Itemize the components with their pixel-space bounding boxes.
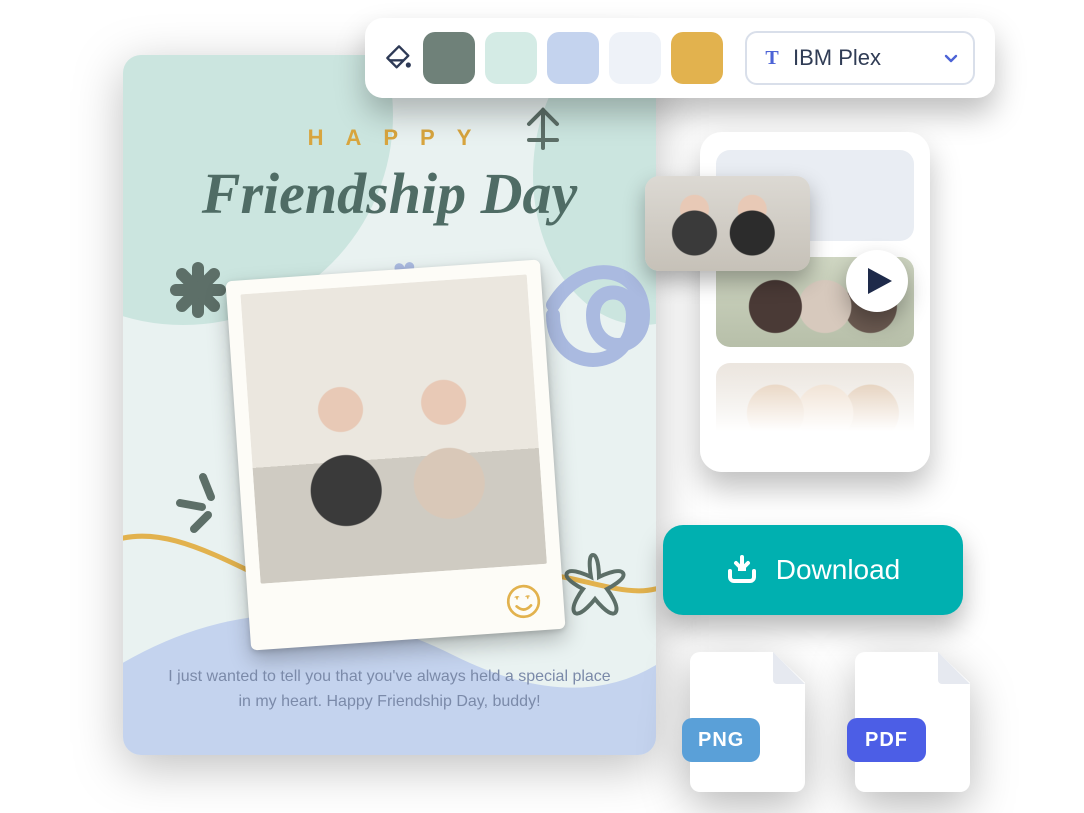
- export-format-png[interactable]: PNG: [690, 652, 805, 792]
- font-family-select[interactable]: T IBM Plex: [745, 31, 975, 85]
- media-thumb-group-2[interactable]: [716, 363, 914, 454]
- smiley-heart-eyes-icon: [504, 582, 542, 620]
- play-icon: [866, 266, 894, 296]
- friends-photo: [240, 274, 547, 583]
- download-icon: [726, 555, 758, 585]
- card-title-happy: HAPPY: [123, 125, 656, 151]
- color-swatch-1[interactable]: [423, 32, 475, 84]
- dragged-photo-thumb[interactable]: [645, 176, 810, 271]
- png-badge: PNG: [682, 718, 760, 762]
- file-fold-icon: [938, 652, 970, 684]
- color-swatch-3[interactable]: [547, 32, 599, 84]
- paint-bucket-icon[interactable]: [385, 44, 413, 72]
- color-swatch-4[interactable]: [609, 32, 661, 84]
- file-fold-icon: [773, 652, 805, 684]
- download-button[interactable]: Download: [663, 525, 963, 615]
- chevron-down-icon: [943, 50, 959, 66]
- download-label: Download: [776, 554, 901, 586]
- style-toolbar: T IBM Plex: [365, 18, 995, 98]
- text-tool-icon: T: [761, 47, 783, 69]
- export-format-pdf[interactable]: PDF: [855, 652, 970, 792]
- play-video-button[interactable]: [846, 250, 908, 312]
- font-selected-label: IBM Plex: [793, 45, 881, 71]
- color-swatch-2[interactable]: [485, 32, 537, 84]
- pdf-badge: PDF: [847, 718, 926, 762]
- polaroid-photo-frame[interactable]: [225, 259, 565, 650]
- card-message-text: I just wanted to tell you that you've al…: [163, 665, 616, 715]
- greeting-card-canvas[interactable]: HAPPY Friendship Day ♥ I just wanted to …: [123, 55, 656, 755]
- card-title-friendship: Friendship Day: [123, 160, 656, 227]
- color-swatch-5[interactable]: [671, 32, 723, 84]
